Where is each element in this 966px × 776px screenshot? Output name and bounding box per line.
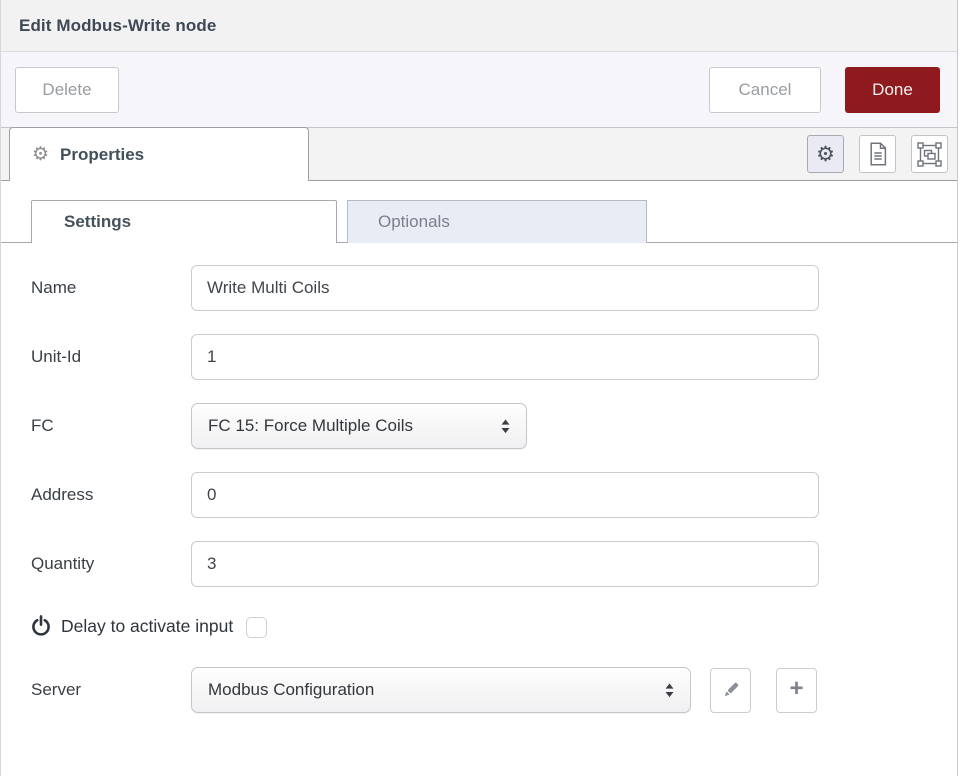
tab-properties[interactable]: ⚙ Properties — [9, 127, 309, 181]
plus-icon: + — [789, 677, 803, 701]
delete-button[interactable]: Delete — [15, 67, 119, 113]
edit-server-button[interactable] — [710, 668, 751, 713]
unit-id-label: Unit-Id — [31, 347, 191, 367]
dialog-header: Edit Modbus-Write node — [1, 0, 957, 52]
name-input[interactable] — [191, 265, 819, 311]
edit-node-dialog: Edit Modbus-Write node Delete Cancel Don… — [0, 0, 958, 776]
gear-icon: ⚙ — [816, 144, 835, 165]
add-server-button[interactable]: + — [776, 668, 817, 713]
done-button[interactable]: Done — [845, 67, 940, 113]
quantity-row: Quantity — [31, 541, 957, 587]
gear-icon: ⚙ — [32, 145, 49, 164]
fc-select[interactable]: FC 15: Force Multiple Coils — [191, 403, 527, 449]
delay-label: Delay to activate input — [61, 616, 233, 637]
appearance-icon — [917, 142, 942, 167]
server-label: Server — [31, 680, 191, 700]
editor-tab-row: ⚙ Properties ⚙ — [1, 127, 957, 181]
cancel-button[interactable]: Cancel — [709, 67, 821, 113]
document-icon — [868, 142, 888, 166]
delay-row: Delay to activate input — [31, 613, 957, 639]
quantity-label: Quantity — [31, 554, 191, 574]
pencil-icon — [721, 680, 741, 700]
quantity-input[interactable] — [191, 541, 819, 587]
description-icon-button[interactable] — [859, 135, 896, 173]
properties-tab-label: Properties — [60, 145, 144, 165]
tab-settings[interactable]: Settings — [31, 200, 337, 243]
server-row: Server Modbus Configuration — [31, 667, 957, 713]
address-row: Address — [31, 472, 957, 518]
address-label: Address — [31, 485, 191, 505]
select-arrows-icon — [664, 683, 675, 698]
appearance-icon-button[interactable] — [911, 135, 948, 173]
properties-panel: Settings Optionals Name Unit-Id FC FC 15… — [1, 200, 957, 713]
fc-label: FC — [31, 416, 191, 436]
unit-id-row: Unit-Id — [31, 334, 957, 380]
fc-row: FC FC 15: Force Multiple Coils — [31, 403, 957, 449]
address-input[interactable] — [191, 472, 819, 518]
properties-icon-button[interactable]: ⚙ — [807, 135, 844, 173]
fc-select-value: FC 15: Force Multiple Coils — [208, 416, 413, 436]
name-label: Name — [31, 278, 191, 298]
select-arrows-icon — [500, 419, 511, 434]
dialog-title: Edit Modbus-Write node — [19, 16, 216, 36]
settings-form: Name Unit-Id FC FC 15: Force Multiple Co… — [1, 243, 957, 587]
delay-checkbox[interactable] — [246, 617, 267, 638]
dialog-button-bar: Delete Cancel Done — [1, 52, 957, 127]
server-select[interactable]: Modbus Configuration — [191, 667, 691, 713]
name-row: Name — [31, 265, 957, 311]
server-select-value: Modbus Configuration — [208, 680, 374, 700]
settings-tab-row: Settings Optionals — [1, 200, 957, 243]
power-icon — [31, 615, 51, 637]
tab-optionals[interactable]: Optionals — [347, 200, 647, 243]
editor-icon-group: ⚙ — [807, 135, 948, 173]
unit-id-input[interactable] — [191, 334, 819, 380]
